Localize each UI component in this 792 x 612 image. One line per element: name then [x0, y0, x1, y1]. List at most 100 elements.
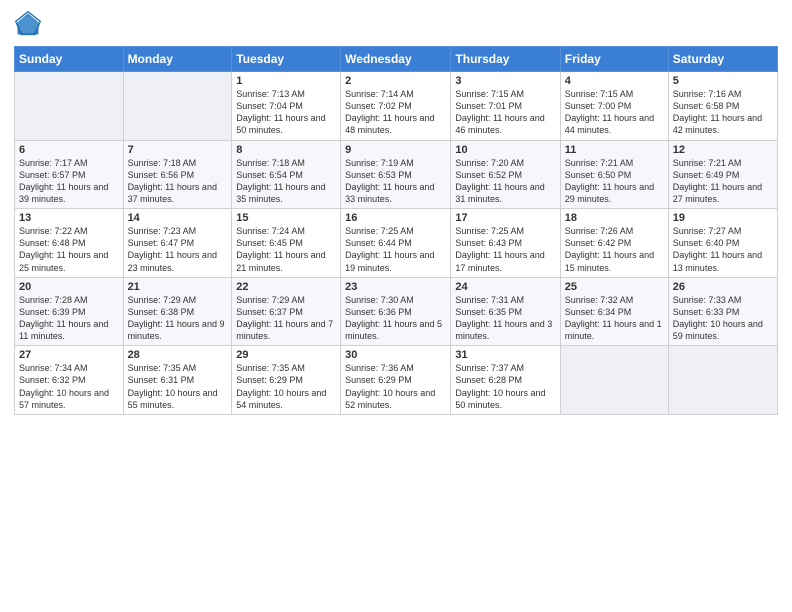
day-info: Sunrise: 7:24 AM Sunset: 6:45 PM Dayligh… — [236, 225, 336, 274]
day-info: Sunrise: 7:32 AM Sunset: 6:34 PM Dayligh… — [565, 294, 664, 343]
weekday-header: Thursday — [451, 47, 560, 72]
day-info: Sunrise: 7:33 AM Sunset: 6:33 PM Dayligh… — [673, 294, 773, 343]
calendar-cell: 15Sunrise: 7:24 AM Sunset: 6:45 PM Dayli… — [232, 209, 341, 278]
calendar-cell: 20Sunrise: 7:28 AM Sunset: 6:39 PM Dayli… — [15, 277, 124, 346]
calendar-cell — [123, 72, 232, 141]
day-info: Sunrise: 7:18 AM Sunset: 6:54 PM Dayligh… — [236, 157, 336, 206]
weekday-header: Wednesday — [341, 47, 451, 72]
calendar-week-row: 20Sunrise: 7:28 AM Sunset: 6:39 PM Dayli… — [15, 277, 778, 346]
day-info: Sunrise: 7:22 AM Sunset: 6:48 PM Dayligh… — [19, 225, 119, 274]
calendar-week-row: 1Sunrise: 7:13 AM Sunset: 7:04 PM Daylig… — [15, 72, 778, 141]
day-number: 3 — [455, 75, 555, 87]
day-number: 5 — [673, 75, 773, 87]
day-info: Sunrise: 7:34 AM Sunset: 6:32 PM Dayligh… — [19, 362, 119, 411]
calendar-cell: 21Sunrise: 7:29 AM Sunset: 6:38 PM Dayli… — [123, 277, 232, 346]
calendar-cell: 19Sunrise: 7:27 AM Sunset: 6:40 PM Dayli… — [668, 209, 777, 278]
calendar-cell: 28Sunrise: 7:35 AM Sunset: 6:31 PM Dayli… — [123, 346, 232, 415]
day-number: 19 — [673, 212, 773, 224]
calendar-cell: 6Sunrise: 7:17 AM Sunset: 6:57 PM Daylig… — [15, 140, 124, 209]
day-info: Sunrise: 7:36 AM Sunset: 6:29 PM Dayligh… — [345, 362, 446, 411]
day-number: 26 — [673, 281, 773, 293]
calendar-cell: 23Sunrise: 7:30 AM Sunset: 6:36 PM Dayli… — [341, 277, 451, 346]
calendar-cell: 25Sunrise: 7:32 AM Sunset: 6:34 PM Dayli… — [560, 277, 668, 346]
calendar-cell: 31Sunrise: 7:37 AM Sunset: 6:28 PM Dayli… — [451, 346, 560, 415]
day-number: 4 — [565, 75, 664, 87]
day-info: Sunrise: 7:16 AM Sunset: 6:58 PM Dayligh… — [673, 88, 773, 137]
calendar-cell: 14Sunrise: 7:23 AM Sunset: 6:47 PM Dayli… — [123, 209, 232, 278]
calendar-cell: 18Sunrise: 7:26 AM Sunset: 6:42 PM Dayli… — [560, 209, 668, 278]
calendar-week-row: 6Sunrise: 7:17 AM Sunset: 6:57 PM Daylig… — [15, 140, 778, 209]
day-info: Sunrise: 7:23 AM Sunset: 6:47 PM Dayligh… — [128, 225, 228, 274]
calendar-cell: 27Sunrise: 7:34 AM Sunset: 6:32 PM Dayli… — [15, 346, 124, 415]
day-number: 12 — [673, 144, 773, 156]
day-number: 20 — [19, 281, 119, 293]
calendar-cell: 9Sunrise: 7:19 AM Sunset: 6:53 PM Daylig… — [341, 140, 451, 209]
calendar-week-row: 27Sunrise: 7:34 AM Sunset: 6:32 PM Dayli… — [15, 346, 778, 415]
day-number: 28 — [128, 349, 228, 361]
day-info: Sunrise: 7:14 AM Sunset: 7:02 PM Dayligh… — [345, 88, 446, 137]
day-info: Sunrise: 7:29 AM Sunset: 6:37 PM Dayligh… — [236, 294, 336, 343]
day-number: 22 — [236, 281, 336, 293]
page-header — [14, 10, 778, 38]
weekday-header: Monday — [123, 47, 232, 72]
day-number: 7 — [128, 144, 228, 156]
calendar-cell: 13Sunrise: 7:22 AM Sunset: 6:48 PM Dayli… — [15, 209, 124, 278]
calendar-cell: 12Sunrise: 7:21 AM Sunset: 6:49 PM Dayli… — [668, 140, 777, 209]
calendar-cell: 26Sunrise: 7:33 AM Sunset: 6:33 PM Dayli… — [668, 277, 777, 346]
day-number: 14 — [128, 212, 228, 224]
day-info: Sunrise: 7:18 AM Sunset: 6:56 PM Dayligh… — [128, 157, 228, 206]
day-number: 31 — [455, 349, 555, 361]
day-info: Sunrise: 7:35 AM Sunset: 6:31 PM Dayligh… — [128, 362, 228, 411]
day-info: Sunrise: 7:26 AM Sunset: 6:42 PM Dayligh… — [565, 225, 664, 274]
day-number: 1 — [236, 75, 336, 87]
day-info: Sunrise: 7:28 AM Sunset: 6:39 PM Dayligh… — [19, 294, 119, 343]
day-info: Sunrise: 7:27 AM Sunset: 6:40 PM Dayligh… — [673, 225, 773, 274]
calendar-cell: 16Sunrise: 7:25 AM Sunset: 6:44 PM Dayli… — [341, 209, 451, 278]
day-number: 15 — [236, 212, 336, 224]
day-info: Sunrise: 7:29 AM Sunset: 6:38 PM Dayligh… — [128, 294, 228, 343]
calendar-cell: 30Sunrise: 7:36 AM Sunset: 6:29 PM Dayli… — [341, 346, 451, 415]
calendar-cell: 2Sunrise: 7:14 AM Sunset: 7:02 PM Daylig… — [341, 72, 451, 141]
calendar-cell — [560, 346, 668, 415]
calendar-cell: 5Sunrise: 7:16 AM Sunset: 6:58 PM Daylig… — [668, 72, 777, 141]
day-info: Sunrise: 7:21 AM Sunset: 6:49 PM Dayligh… — [673, 157, 773, 206]
calendar-cell: 29Sunrise: 7:35 AM Sunset: 6:29 PM Dayli… — [232, 346, 341, 415]
day-number: 13 — [19, 212, 119, 224]
calendar-cell: 22Sunrise: 7:29 AM Sunset: 6:37 PM Dayli… — [232, 277, 341, 346]
day-number: 29 — [236, 349, 336, 361]
day-number: 18 — [565, 212, 664, 224]
day-info: Sunrise: 7:21 AM Sunset: 6:50 PM Dayligh… — [565, 157, 664, 206]
day-info: Sunrise: 7:30 AM Sunset: 6:36 PM Dayligh… — [345, 294, 446, 343]
calendar-cell: 7Sunrise: 7:18 AM Sunset: 6:56 PM Daylig… — [123, 140, 232, 209]
weekday-header: Saturday — [668, 47, 777, 72]
weekday-header: Friday — [560, 47, 668, 72]
calendar-cell: 8Sunrise: 7:18 AM Sunset: 6:54 PM Daylig… — [232, 140, 341, 209]
calendar-cell: 17Sunrise: 7:25 AM Sunset: 6:43 PM Dayli… — [451, 209, 560, 278]
day-info: Sunrise: 7:15 AM Sunset: 7:00 PM Dayligh… — [565, 88, 664, 137]
day-number: 16 — [345, 212, 446, 224]
weekday-header: Tuesday — [232, 47, 341, 72]
day-info: Sunrise: 7:15 AM Sunset: 7:01 PM Dayligh… — [455, 88, 555, 137]
calendar-cell: 1Sunrise: 7:13 AM Sunset: 7:04 PM Daylig… — [232, 72, 341, 141]
day-number: 11 — [565, 144, 664, 156]
day-info: Sunrise: 7:13 AM Sunset: 7:04 PM Dayligh… — [236, 88, 336, 137]
day-info: Sunrise: 7:37 AM Sunset: 6:28 PM Dayligh… — [455, 362, 555, 411]
day-number: 10 — [455, 144, 555, 156]
calendar-cell: 3Sunrise: 7:15 AM Sunset: 7:01 PM Daylig… — [451, 72, 560, 141]
day-info: Sunrise: 7:31 AM Sunset: 6:35 PM Dayligh… — [455, 294, 555, 343]
logo-icon — [14, 10, 42, 38]
day-info: Sunrise: 7:25 AM Sunset: 6:44 PM Dayligh… — [345, 225, 446, 274]
calendar-cell: 4Sunrise: 7:15 AM Sunset: 7:00 PM Daylig… — [560, 72, 668, 141]
calendar-cell — [668, 346, 777, 415]
day-number: 9 — [345, 144, 446, 156]
calendar-cell — [15, 72, 124, 141]
day-number: 23 — [345, 281, 446, 293]
logo — [14, 10, 46, 38]
calendar-cell: 10Sunrise: 7:20 AM Sunset: 6:52 PM Dayli… — [451, 140, 560, 209]
weekday-header: Sunday — [15, 47, 124, 72]
day-number: 30 — [345, 349, 446, 361]
day-info: Sunrise: 7:25 AM Sunset: 6:43 PM Dayligh… — [455, 225, 555, 274]
calendar-header-row: SundayMondayTuesdayWednesdayThursdayFrid… — [15, 47, 778, 72]
day-info: Sunrise: 7:17 AM Sunset: 6:57 PM Dayligh… — [19, 157, 119, 206]
calendar-week-row: 13Sunrise: 7:22 AM Sunset: 6:48 PM Dayli… — [15, 209, 778, 278]
